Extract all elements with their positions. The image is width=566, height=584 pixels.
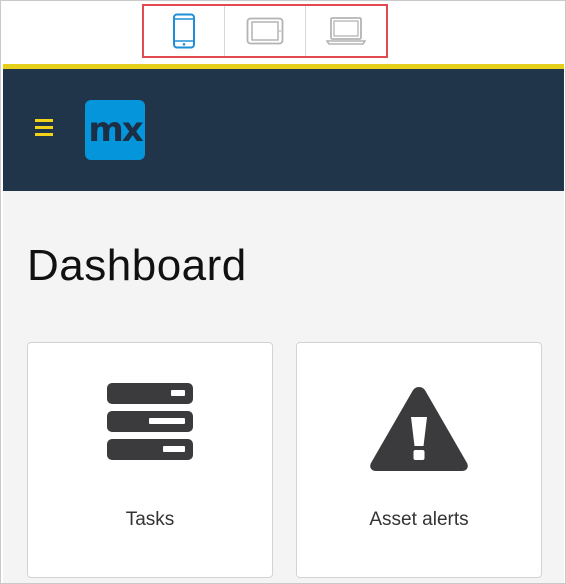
server-icon (107, 383, 193, 460)
mendix-logo: mx (85, 100, 145, 160)
app-header: mx (3, 69, 564, 191)
phone-view-button[interactable] (144, 6, 225, 56)
device-switcher-bar (1, 1, 565, 63)
desktop-view-button[interactable] (306, 6, 386, 56)
laptop-icon (326, 17, 366, 45)
dashboard-content: Dashboard Tasks Asset alerts (3, 191, 564, 583)
tasks-card[interactable]: Tasks (27, 342, 273, 578)
tablet-view-button[interactable] (225, 6, 306, 56)
device-switcher (142, 4, 388, 58)
tablet-icon (246, 17, 284, 45)
asset-alerts-card[interactable]: Asset alerts (296, 342, 542, 578)
page-title: Dashboard (27, 241, 247, 290)
phone-icon (173, 13, 195, 49)
card-label: Asset alerts (369, 509, 469, 530)
hamburger-icon[interactable] (35, 119, 53, 137)
card-label: Tasks (125, 509, 175, 530)
warning-icon (370, 387, 468, 471)
app-preview-frame: mx Dashboard Tasks Asset alerts (0, 0, 566, 584)
